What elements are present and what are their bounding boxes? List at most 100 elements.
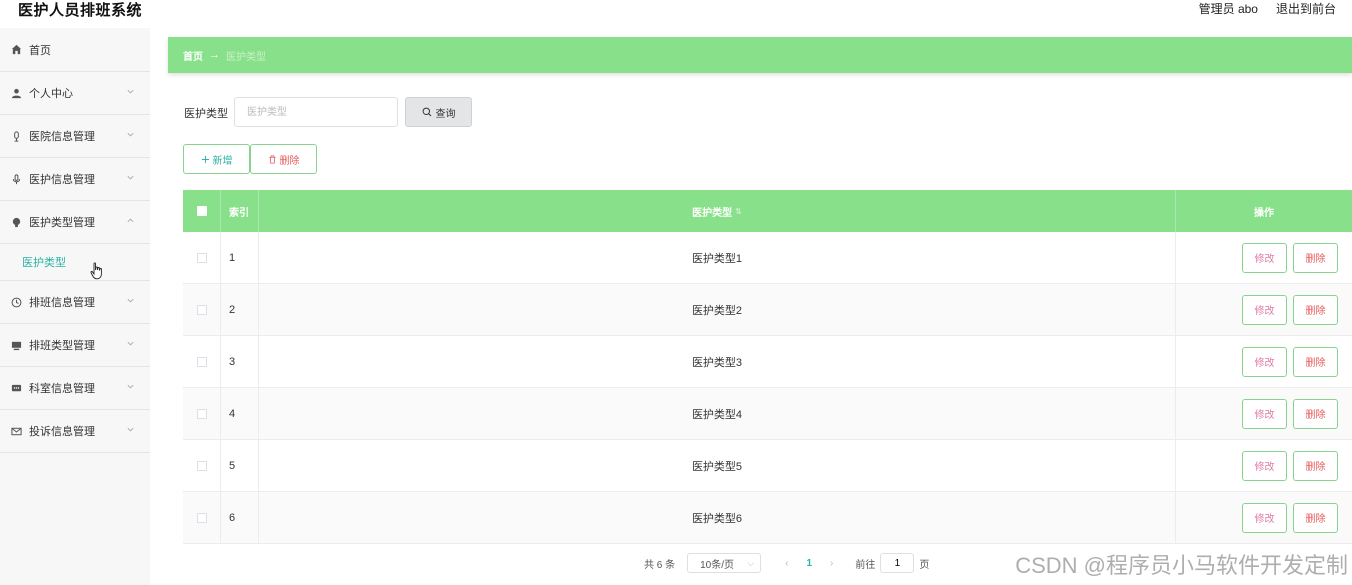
breadcrumb-home[interactable]: 首页 bbox=[183, 48, 203, 63]
breadcrumb-arrow: → bbox=[209, 49, 220, 61]
page-size-value: 10条/页 bbox=[700, 559, 735, 571]
table-row: 2 医护类型2 修改 删除 bbox=[183, 284, 1352, 336]
edit-button[interactable]: 修改 bbox=[1242, 450, 1287, 481]
table-row: 6 医护类型6 修改 删除 bbox=[183, 492, 1352, 544]
edit-button[interactable]: 修改 bbox=[1242, 398, 1287, 429]
edit-button[interactable]: 修改 bbox=[1242, 242, 1287, 273]
app-title: 医护人员排班系统 bbox=[18, 2, 143, 19]
sidebar-item-home[interactable]: 首页 bbox=[0, 28, 150, 72]
row-type: 医护类型4 bbox=[259, 388, 1176, 439]
table-body: 1 医护类型1 修改 删除 2 医护类型2 修改 删除 3 医护类型3 修改 删除 4 医护类型4 修改 删除… bbox=[183, 232, 1352, 544]
sidebar: 首页 个人中心 医院信息管理 医护信息管理 医护类型管理 医护类型 排班信息管理… bbox=[0, 28, 150, 585]
row-delete-button[interactable]: 删除 bbox=[1293, 450, 1338, 481]
row-checkbox-cell bbox=[183, 388, 221, 439]
page-number-current[interactable]: 1 bbox=[806, 558, 812, 569]
row-checkbox[interactable] bbox=[196, 512, 207, 523]
select-all-checkbox[interactable] bbox=[196, 206, 207, 216]
search-icon bbox=[422, 107, 431, 117]
sidebar-subitem-medical-type[interactable]: 医护类型 bbox=[0, 244, 150, 281]
sidebar-item-personal-center[interactable]: 个人中心 bbox=[0, 72, 150, 115]
page-size-select[interactable]: 10条/页 ⌵ bbox=[687, 553, 762, 573]
chevron-down-icon bbox=[127, 175, 134, 180]
row-ops: 修改 删除 bbox=[1176, 492, 1352, 543]
delete-button[interactable]: 删除 bbox=[250, 144, 317, 174]
add-button[interactable]: 新增 bbox=[183, 144, 250, 174]
add-button-label: 新增 bbox=[212, 155, 233, 167]
search-label: 医护类型 bbox=[184, 108, 228, 120]
monitor-icon bbox=[10, 339, 22, 351]
table-row: 3 医护类型3 修改 删除 bbox=[183, 336, 1352, 388]
row-index: 6 bbox=[221, 492, 259, 543]
next-page-button[interactable]: › bbox=[830, 558, 833, 569]
row-delete-button[interactable]: 删除 bbox=[1293, 242, 1338, 273]
row-delete-button[interactable]: 删除 bbox=[1293, 502, 1338, 533]
row-type: 医护类型6 bbox=[259, 492, 1176, 543]
row-ops: 修改 删除 bbox=[1176, 232, 1352, 283]
sidebar-item-shift-info[interactable]: 排班信息管理 bbox=[0, 281, 150, 324]
bulb-icon bbox=[10, 216, 22, 228]
row-delete-button[interactable]: 删除 bbox=[1293, 346, 1338, 377]
sidebar-item-shift-type[interactable]: 排班类型管理 bbox=[0, 324, 150, 367]
header-checkbox-cell bbox=[183, 190, 221, 232]
header-ops: 操作 bbox=[1254, 207, 1274, 219]
breadcrumb: 首页 → 医护类型 bbox=[168, 37, 1352, 73]
page-suffix: 页 bbox=[919, 559, 930, 571]
sidebar-item-department-info[interactable]: 科室信息管理 bbox=[0, 367, 150, 410]
table-header: 索引 医护类型 ⇅ 操作 bbox=[183, 190, 1352, 232]
row-ops: 修改 删除 bbox=[1176, 336, 1352, 387]
sidebar-item-label: 医护类型管理 bbox=[29, 217, 95, 229]
chevron-down-icon bbox=[127, 427, 134, 432]
row-ops: 修改 删除 bbox=[1176, 284, 1352, 335]
chevron-down-icon bbox=[127, 384, 134, 389]
row-checkbox[interactable] bbox=[196, 304, 207, 315]
edit-button[interactable]: 修改 bbox=[1242, 294, 1287, 325]
goto-page-input[interactable] bbox=[880, 553, 915, 573]
sidebar-item-label: 首页 bbox=[29, 44, 51, 57]
edit-button[interactable]: 修改 bbox=[1242, 346, 1287, 377]
row-type: 医护类型3 bbox=[259, 336, 1176, 387]
row-index: 5 bbox=[221, 440, 259, 491]
row-delete-button[interactable]: 删除 bbox=[1293, 294, 1338, 325]
query-button[interactable]: 查询 bbox=[405, 97, 472, 127]
row-checkbox[interactable] bbox=[196, 460, 207, 471]
row-index: 4 bbox=[221, 388, 259, 439]
chevron-down-icon bbox=[127, 298, 134, 303]
row-type: 医护类型5 bbox=[259, 440, 1176, 491]
sidebar-item-medical-staff-info[interactable]: 医护信息管理 bbox=[0, 158, 150, 201]
top-right-links: 管理员 abo 退出到前台 bbox=[1199, 0, 1336, 17]
prev-page-button[interactable]: ‹ bbox=[785, 558, 788, 569]
sidebar-item-label: 排班信息管理 bbox=[29, 297, 95, 309]
sidebar-item-label: 个人中心 bbox=[29, 88, 73, 100]
chevron-up-icon bbox=[127, 218, 134, 223]
row-delete-button[interactable]: 删除 bbox=[1293, 398, 1338, 429]
chat-icon bbox=[10, 382, 22, 394]
sort-icon[interactable]: ⇅ bbox=[735, 207, 742, 216]
edit-button[interactable]: 修改 bbox=[1242, 502, 1287, 533]
row-checkbox[interactable] bbox=[196, 252, 207, 263]
row-checkbox-cell bbox=[183, 492, 221, 543]
logout-link[interactable]: 退出到前台 bbox=[1276, 0, 1336, 17]
plus-icon bbox=[201, 155, 209, 163]
row-checkbox[interactable] bbox=[196, 356, 207, 367]
sidebar-item-label: 科室信息管理 bbox=[29, 383, 95, 395]
sidebar-item-medical-type-mgmt[interactable]: 医护类型管理 bbox=[0, 201, 150, 244]
row-checkbox-cell bbox=[183, 232, 221, 283]
sidebar-item-hospital-info[interactable]: 医院信息管理 bbox=[0, 115, 150, 158]
sidebar-item-label: 投诉信息管理 bbox=[29, 426, 95, 438]
clock-icon bbox=[10, 296, 22, 308]
search-input[interactable] bbox=[234, 97, 398, 127]
row-index: 1 bbox=[221, 232, 259, 283]
data-table: 索引 医护类型 ⇅ 操作 1 医护类型1 修改 删除 2 医护类型2 修改 删除 3 医护类型3 修改… bbox=[183, 190, 1352, 544]
row-checkbox[interactable] bbox=[196, 408, 207, 419]
row-checkbox-cell bbox=[183, 440, 221, 491]
row-index: 2 bbox=[221, 284, 259, 335]
chevron-down-icon bbox=[127, 341, 134, 346]
pagination: 共 6 条 10条/页 ⌵ ‹ 1 › 前往 页 bbox=[644, 552, 929, 574]
sidebar-item-complaint-info[interactable]: 投诉信息管理 bbox=[0, 410, 150, 453]
row-type: 医护类型1 bbox=[259, 232, 1176, 283]
header-type[interactable]: 医护类型 ⇅ bbox=[259, 190, 1176, 232]
delete-button-label: 删除 bbox=[279, 155, 300, 167]
admin-user-label[interactable]: 管理员 abo bbox=[1199, 0, 1258, 17]
header-index: 索引 bbox=[221, 190, 259, 232]
row-checkbox-cell bbox=[183, 284, 221, 335]
